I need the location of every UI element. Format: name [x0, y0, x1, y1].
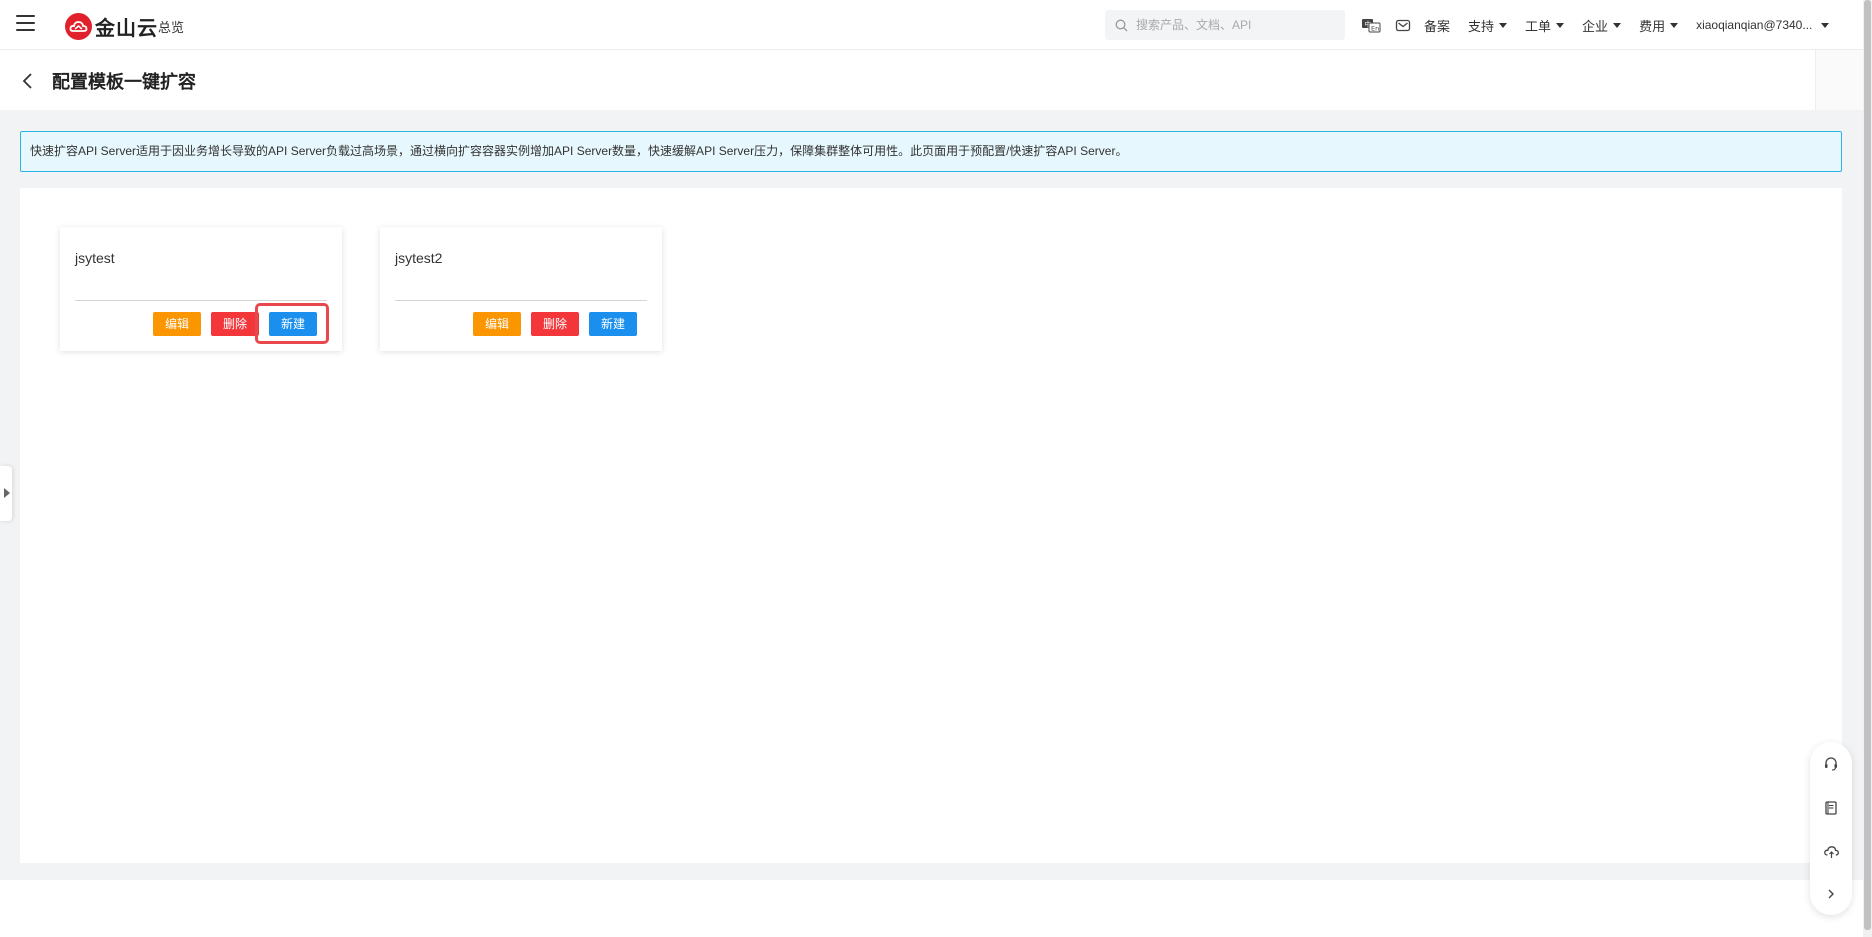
brand-logo[interactable]: 金山云	[65, 12, 158, 41]
nav-billing[interactable]: 费用	[1639, 16, 1679, 35]
nav-enterprise-label: 企业	[1582, 18, 1609, 34]
new-button[interactable]: 新建	[588, 312, 637, 336]
menu-icon[interactable]	[16, 15, 35, 31]
card-divider	[75, 300, 327, 301]
search-input[interactable]	[1136, 18, 1326, 32]
overview-link[interactable]: 总览	[158, 17, 184, 36]
template-card: jsytest 编辑 删除 新建	[60, 227, 342, 351]
new-button[interactable]: 新建	[268, 312, 317, 336]
search-box[interactable]	[1105, 10, 1345, 40]
card-actions: 编辑 删除 新建	[463, 312, 637, 336]
nav-ticket-label: 工单	[1525, 18, 1552, 34]
nav-beian[interactable]: 备案	[1424, 16, 1450, 35]
caret-down-icon	[1499, 22, 1508, 28]
nav-enterprise[interactable]: 企业	[1582, 16, 1622, 35]
account-menu[interactable]: xiaoqianqian@7340...	[1696, 18, 1830, 32]
template-name: jsytest	[75, 250, 115, 266]
page-footer	[0, 880, 1863, 937]
back-arrow-icon[interactable]	[20, 72, 36, 90]
search-icon	[1115, 19, 1128, 31]
info-notice: 快速扩容API Server适用于因业务增长导致的API Server负载过高场…	[20, 131, 1842, 172]
floating-toolbar	[1810, 742, 1852, 915]
nav-support[interactable]: 支持	[1468, 16, 1508, 35]
sidebar-expand-handle[interactable]	[0, 466, 12, 521]
cloud-logo-icon	[65, 13, 92, 40]
edit-button[interactable]: 编辑	[472, 312, 521, 336]
chevron-right-icon[interactable]	[1821, 884, 1841, 904]
nav-ticket[interactable]: 工单	[1525, 16, 1565, 35]
page-header: 配置模板一键扩容	[0, 50, 1815, 110]
book-icon[interactable]	[1821, 798, 1841, 818]
scrollbar-thumb[interactable]	[1864, 0, 1871, 930]
mail-icon[interactable]	[1392, 14, 1414, 36]
template-name: jsytest2	[395, 250, 443, 266]
page-title: 配置模板一键扩容	[52, 72, 196, 92]
edit-button[interactable]: 编辑	[152, 312, 201, 336]
card-divider	[395, 300, 647, 301]
caret-down-icon	[1821, 22, 1830, 28]
card-actions: 编辑 删除 新建	[143, 312, 317, 336]
headset-icon[interactable]	[1821, 754, 1841, 774]
caret-right-icon	[4, 488, 10, 498]
brand-name: 金山云	[95, 18, 158, 40]
nav-support-label: 支持	[1468, 18, 1495, 34]
topbar-right-nav: 中 En 备案 支持 工单 企业 费用 xiaoqianqian@7340...	[1360, 0, 1847, 50]
svg-text:En: En	[1371, 24, 1379, 32]
nav-billing-label: 费用	[1639, 18, 1666, 34]
language-icon[interactable]: 中 En	[1360, 14, 1382, 36]
top-navbar: 金山云 总览 中 En 备案 支持 工单 企业 费用 xiao	[0, 0, 1863, 50]
caret-down-icon	[1670, 22, 1679, 28]
delete-button[interactable]: 删除	[210, 312, 259, 336]
account-name: xiaoqianqian@7340...	[1696, 18, 1813, 32]
template-card: jsytest2 编辑 删除 新建	[380, 227, 662, 351]
cloud-icon[interactable]	[1821, 842, 1841, 862]
header-right-strip	[1815, 50, 1863, 110]
page-scrollbar[interactable]	[1863, 0, 1872, 937]
caret-down-icon	[1556, 22, 1565, 28]
caret-down-icon	[1613, 22, 1622, 28]
delete-button[interactable]: 删除	[530, 312, 579, 336]
